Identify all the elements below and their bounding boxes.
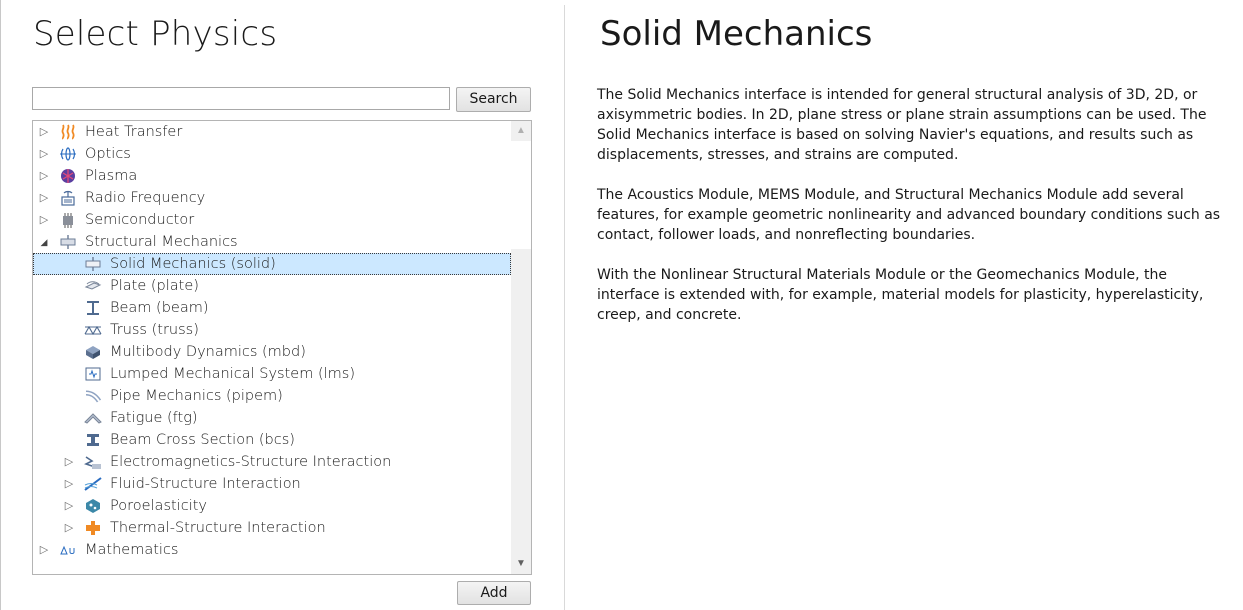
expand-arrow-icon[interactable]: ▷: [38, 187, 50, 209]
tree-item-label: Fluid-Structure Interaction: [110, 476, 301, 492]
expand-arrow-icon[interactable]: ▷: [63, 495, 75, 517]
physics-tree[interactable]: ▷ Heat Transfer ▷ Optics ▷ Plasma ▷ Radio Frequ…: [32, 120, 532, 575]
tree-item[interactable]: ▷ Mathematics: [33, 539, 511, 561]
expand-arrow-icon[interactable]: ▷: [38, 209, 50, 231]
pipe-mechanics-icon: [84, 388, 102, 404]
tree-item-label: Multibody Dynamics (mbd): [110, 344, 306, 360]
thermal-structure-icon: [84, 520, 102, 536]
expand-arrow-icon[interactable]: ▷: [38, 165, 50, 187]
tree-item[interactable]: Fatigue (ftg): [33, 407, 511, 429]
tree-item-label: Electromagnetics-Structure Interaction: [110, 454, 392, 470]
tree-item-label: Lumped Mechanical System (lms): [110, 366, 355, 382]
page-title: Select Physics: [33, 14, 278, 54]
poroelasticity-icon: [84, 498, 102, 514]
beam-cross-section-icon: [84, 432, 102, 448]
electromagnetics-structure-icon: [83, 454, 102, 470]
multibody-dynamics-icon: [84, 344, 102, 360]
radio-frequency-icon: [59, 190, 77, 206]
tree-item[interactable]: Pipe Mechanics (pipem): [33, 385, 511, 407]
tree-item[interactable]: Beam (beam): [33, 297, 511, 319]
description-paragraph: With the Nonlinear Structural Materials …: [597, 267, 1204, 323]
tree-scrollbar[interactable]: ▲ ▼: [511, 121, 531, 574]
tree-item-label: Optics: [85, 146, 131, 162]
collapse-arrow-icon[interactable]: ◢: [38, 231, 50, 253]
structural-mechanics-icon: [59, 234, 77, 250]
tree-item-label: Radio Frequency: [85, 190, 206, 206]
description-panel: Solid Mechanics The Solid Mechanics inte…: [565, 0, 1243, 610]
lumped-mechanical-system-icon: [84, 366, 102, 382]
tree-item[interactable]: ▷ Electromagnetics-Structure Interaction: [33, 451, 511, 473]
tree-item-label: Semiconductor: [85, 212, 195, 228]
expand-arrow-icon[interactable]: ▷: [63, 473, 75, 495]
search-button[interactable]: Search: [456, 87, 531, 112]
expand-arrow-icon[interactable]: ▷: [63, 451, 75, 473]
fatigue-icon: [84, 410, 102, 426]
truss-icon: [84, 322, 102, 338]
tree-item[interactable]: ▷ Radio Frequency: [33, 187, 511, 209]
tree-item-label: Beam (beam): [110, 300, 209, 316]
expand-arrow-icon[interactable]: ▷: [38, 143, 50, 165]
tree-item[interactable]: Truss (truss): [33, 319, 511, 341]
description-paragraph: The Acoustics Module, MEMS Module, and S…: [597, 187, 1221, 243]
tree-item-label: Structural Mechanics: [85, 234, 238, 250]
tree-item[interactable]: ▷ Poroelasticity: [33, 495, 511, 517]
solid-mechanics-icon: [84, 256, 102, 272]
tree-item-label: Mathematics: [85, 542, 179, 558]
tree-item[interactable]: Plate (plate): [33, 275, 511, 297]
tree-item-label: Plate (plate): [110, 278, 199, 294]
semiconductor-icon: [59, 212, 77, 228]
tree-item[interactable]: ◢ Structural Mechanics: [33, 231, 511, 253]
add-button[interactable]: Add: [457, 581, 531, 605]
tree-item-label: Poroelasticity: [110, 498, 207, 514]
expand-arrow-icon[interactable]: ▷: [38, 539, 50, 561]
beam-icon: [84, 300, 102, 316]
heat-transfer-icon: [59, 124, 77, 140]
select-physics-panel: Select Physics Search ▷ Heat Transfer ▷ Opt…: [0, 0, 564, 610]
tree-item-label: Solid Mechanics (solid): [110, 256, 276, 272]
tree-item[interactable]: Lumped Mechanical System (lms): [33, 363, 511, 385]
tree-item-label: Pipe Mechanics (pipem): [110, 388, 283, 404]
search-input[interactable]: [32, 87, 450, 110]
tree-item[interactable]: ▷ Optics: [33, 143, 511, 165]
tree-item[interactable]: ▷ Plasma: [33, 165, 511, 187]
tree-item-label: Beam Cross Section (bcs): [110, 432, 295, 448]
expand-arrow-icon[interactable]: ▷: [63, 517, 75, 539]
tree-item[interactable]: Beam Cross Section (bcs): [33, 429, 511, 451]
tree-item-label: Truss (truss): [110, 322, 199, 338]
tree-item-label: Fatigue (ftg): [110, 410, 198, 426]
plate-icon: [84, 278, 102, 294]
tree-item[interactable]: Multibody Dynamics (mbd): [33, 341, 511, 363]
scroll-up-icon[interactable]: ▲: [511, 121, 531, 141]
scroll-down-icon[interactable]: ▼: [511, 554, 531, 574]
tree-item[interactable]: ▷ Thermal-Structure Interaction: [33, 517, 511, 539]
tree-item-label: Heat Transfer: [85, 124, 183, 140]
tree-item[interactable]: Solid Mechanics (solid): [33, 253, 511, 275]
tree-item[interactable]: ▷ Fluid-Structure Interaction: [33, 473, 511, 495]
tree-item-label: Thermal-Structure Interaction: [110, 520, 326, 536]
description-paragraph: The Solid Mechanics interface is intende…: [597, 87, 1207, 163]
fluid-structure-icon: [84, 476, 102, 492]
tree-item-label: Plasma: [85, 168, 138, 184]
optics-icon: [59, 146, 77, 162]
mathematics-icon: [59, 542, 77, 558]
expand-arrow-icon[interactable]: ▷: [38, 121, 50, 143]
scroll-thumb[interactable]: [511, 141, 531, 249]
tree-item[interactable]: ▷ Heat Transfer: [33, 121, 511, 143]
plasma-icon: [59, 168, 77, 184]
description-title: Solid Mechanics: [600, 14, 873, 54]
tree-item[interactable]: ▷ Semiconductor: [33, 209, 511, 231]
description-text: The Solid Mechanics interface is intende…: [597, 85, 1227, 345]
